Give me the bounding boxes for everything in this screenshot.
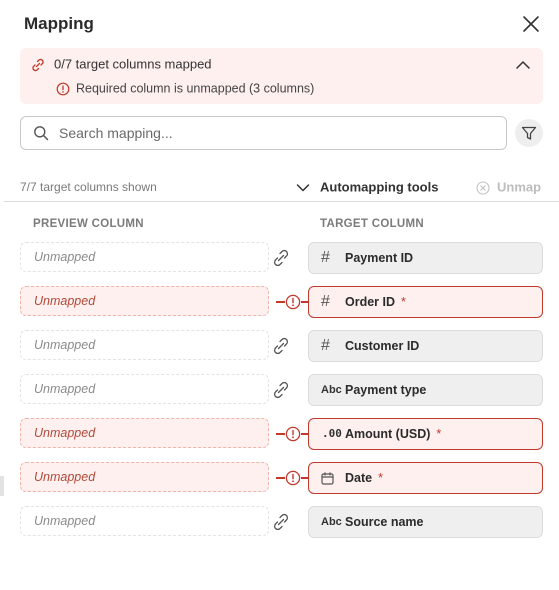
- preview-column-select[interactable]: Unmapped: [20, 330, 269, 360]
- number-type-icon: #: [321, 249, 330, 266]
- target-column[interactable]: .00 Amount (USD) *: [308, 418, 543, 450]
- filter-icon: [521, 126, 537, 140]
- link-icon: [32, 58, 44, 71]
- divider: [4, 201, 559, 202]
- required-marker: *: [378, 471, 383, 485]
- target-column-label: Amount (USD) *: [345, 419, 441, 449]
- search-box: [20, 116, 507, 150]
- target-column[interactable]: Abc Payment type: [308, 374, 543, 406]
- close-button[interactable]: [521, 14, 541, 34]
- chevron-down-icon: [296, 183, 310, 191]
- mapping-row: Unmapped # Order ID *: [20, 286, 545, 318]
- clear-icon: [476, 181, 490, 195]
- text-type-icon: Abc: [321, 516, 342, 528]
- mapping-row: Unmapped # Customer ID: [20, 330, 545, 362]
- error-connector: [276, 469, 309, 487]
- mapping-row: Unmapped Abc Payment type: [20, 374, 545, 406]
- link-icon: [273, 249, 289, 267]
- mapping-rows: Unmapped # Payment ID Unmapped # Order I…: [20, 242, 545, 550]
- link-icon: [273, 381, 289, 399]
- target-column[interactable]: Date *: [308, 462, 543, 494]
- target-column[interactable]: # Customer ID: [308, 330, 543, 362]
- preview-column-select[interactable]: Unmapped: [20, 286, 269, 316]
- error-icon: [285, 294, 301, 310]
- preview-column-header: PREVIEW COLUMN: [33, 218, 144, 230]
- mapping-toolbar: 7/7 target columns shown Automapping too…: [20, 178, 545, 196]
- target-column-label: Payment type: [345, 383, 427, 397]
- scroll-edge: [0, 476, 4, 496]
- collapse-alert-button[interactable]: [515, 58, 531, 70]
- target-column-label: Order ID *: [345, 287, 406, 317]
- target-column-label: Date *: [345, 463, 383, 493]
- link-icon: [273, 513, 289, 531]
- connector-line: [276, 477, 285, 479]
- target-column-name: Date: [345, 471, 373, 485]
- filter-button[interactable]: [515, 119, 543, 147]
- automapping-label: Automapping tools: [320, 179, 439, 195]
- connector-line: [276, 433, 285, 435]
- link-icon: [273, 337, 289, 355]
- target-column[interactable]: # Payment ID: [308, 242, 543, 274]
- target-column-name: Order ID: [345, 295, 396, 309]
- calendar-icon: [321, 472, 334, 485]
- target-column-label: Source name: [345, 515, 424, 529]
- mapping-status-alert: 0/7 target columns mapped Required colum…: [20, 48, 543, 104]
- required-marker: *: [436, 427, 442, 441]
- mapping-row: Unmapped Date *: [20, 462, 545, 494]
- preview-column-select[interactable]: Unmapped: [20, 462, 269, 492]
- alert-summary: 0/7 target columns mapped: [54, 56, 212, 72]
- error-icon: [285, 426, 301, 442]
- unmap-button[interactable]: Unmap: [476, 178, 541, 197]
- error-icon: [56, 82, 70, 96]
- date-type-icon: [321, 463, 343, 493]
- error-connector: [276, 293, 309, 311]
- unmap-label: Unmap: [497, 179, 542, 195]
- text-type-icon: Abc: [321, 384, 342, 396]
- automapping-tools-button[interactable]: Automapping tools: [296, 178, 438, 197]
- search-icon: [34, 126, 49, 141]
- preview-column-select[interactable]: Unmapped: [20, 418, 269, 448]
- decimal-type-icon: .00: [322, 427, 342, 440]
- panel-header: Mapping: [24, 12, 541, 38]
- mapping-panel: Mapping 0/7 target columns mapped Requir…: [0, 0, 559, 590]
- panel-title: Mapping: [24, 14, 94, 33]
- target-column-name: Amount (USD): [345, 427, 431, 441]
- required-marker: *: [401, 295, 406, 309]
- alert-detail: Required column is unmapped (3 columns): [76, 81, 315, 96]
- number-type-icon: #: [321, 337, 330, 354]
- target-column-label: Payment ID: [345, 251, 414, 265]
- error-icon: [285, 470, 301, 486]
- error-connector: [276, 425, 309, 443]
- close-icon: [523, 16, 539, 32]
- chevron-up-icon: [516, 61, 530, 69]
- mapping-row: Unmapped .00 Amount (USD) *: [20, 418, 545, 450]
- search-input[interactable]: [59, 117, 489, 149]
- target-column-label: Customer ID: [345, 339, 420, 353]
- preview-column-select[interactable]: Unmapped: [20, 242, 269, 272]
- preview-column-select[interactable]: Unmapped: [20, 506, 269, 536]
- alert-detail-row: Required column is unmapped (3 columns): [56, 80, 314, 97]
- target-column-header: TARGET COLUMN: [320, 218, 424, 230]
- preview-column-select[interactable]: Unmapped: [20, 374, 269, 404]
- number-type-icon: #: [321, 293, 330, 310]
- alert-summary-row: 0/7 target columns mapped: [30, 56, 212, 73]
- shown-count: 7/7 target columns shown: [20, 180, 157, 194]
- mapping-row: Unmapped Abc Source name: [20, 506, 545, 538]
- target-column[interactable]: Abc Source name: [308, 506, 543, 538]
- target-column[interactable]: # Order ID *: [308, 286, 543, 318]
- mapping-row: Unmapped # Payment ID: [20, 242, 545, 274]
- connector-line: [276, 301, 285, 303]
